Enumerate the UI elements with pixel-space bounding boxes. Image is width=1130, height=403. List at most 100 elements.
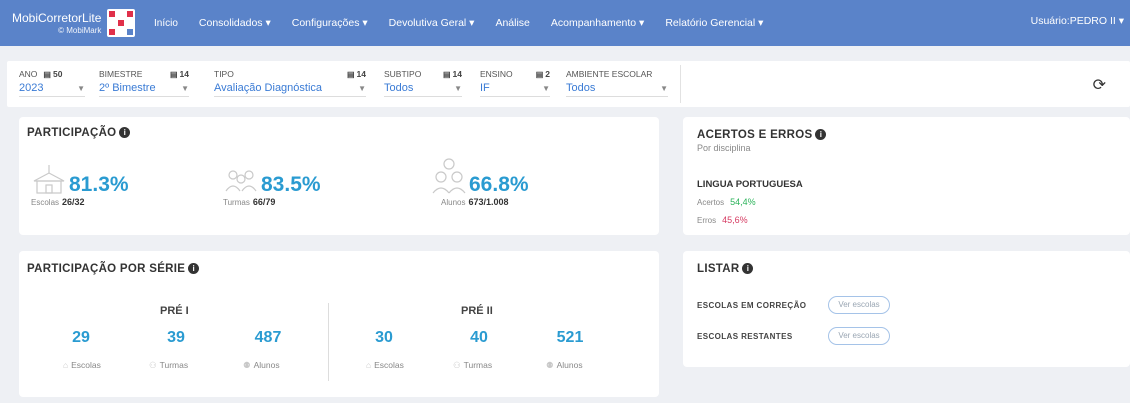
serie-alunos-label: ⚉ Alunos (546, 360, 583, 370)
filter-count: 14 (443, 69, 462, 79)
listar-card: LISTAR i ESCOLAS EM CORREÇÃO Ver escolas … (683, 251, 1130, 367)
info-icon[interactable]: i (742, 263, 754, 275)
filter-count: 2 (536, 69, 550, 79)
serie-turmas-value: 39 (167, 329, 185, 346)
chevron-down-icon: ▼ (181, 83, 189, 93)
chevron-down-icon: ▼ (358, 83, 366, 93)
stat-alunos: 66.8% Alunos 673/1.008 (431, 157, 529, 207)
stat-detail: 673/1.008 (468, 197, 509, 207)
chevron-down-icon: ▼ (542, 83, 550, 93)
stat-turmas: 83.5% Turmas 66/79 (223, 163, 321, 207)
stat-value: 66.8% (469, 173, 529, 196)
info-icon[interactable]: i (815, 129, 827, 141)
serie-alunos-label: ⚉ Alunos (243, 360, 280, 370)
filter-count: 50 (43, 69, 62, 79)
filter-ensino[interactable]: ENSINO 2 IF ▼ (480, 69, 550, 103)
list-label-restantes: ESCOLAS RESTANTES (697, 332, 793, 341)
classes-icon: ⚇ (453, 360, 461, 370)
top-navbar: MobiCorretorLite © MobiMark Início Conso… (0, 0, 1130, 46)
filter-tipo[interactable]: TIPO 14 Avaliação Diagnóstica ▼ (214, 69, 366, 103)
list-label-em-correcao: ESCOLAS EM CORREÇÃO (697, 301, 807, 310)
school-icon: ⌂ (63, 360, 69, 370)
filter-bimestre[interactable]: BIMESTRE 14 2º Bimestre ▼ (99, 69, 189, 103)
stat-detail: 66/79 (252, 197, 276, 207)
students-icon: ⚉ (546, 360, 554, 370)
stat-label: Alunos (441, 198, 466, 207)
brand[interactable]: MobiCorretorLite © MobiMark (0, 0, 154, 46)
school-icon (33, 165, 65, 194)
filter-value: IF (480, 82, 490, 94)
serie-title: PARTICIPAÇÃO POR SÉRIE i (27, 263, 200, 275)
serie-alunos-value: 521 (556, 329, 584, 346)
nav-configuracoes[interactable]: Configurações ▾ (292, 17, 368, 29)
listar-title: LISTAR i (697, 263, 754, 275)
chevron-down-icon: ▼ (454, 83, 462, 93)
serie-group-name: PRÉ I (160, 305, 189, 317)
filter-label: ENSINO (480, 69, 513, 79)
erros-row: Erros 45,6% (697, 215, 748, 225)
classes-icon (225, 170, 257, 192)
filter-label: BIMESTRE (99, 69, 143, 79)
stat-value: 83.5% (261, 173, 321, 196)
acertos-row: Acertos 54,4% (697, 197, 756, 207)
participacao-serie-card: PARTICIPAÇÃO POR SÉRIE i PRÉ I 29 39 487 … (19, 251, 659, 397)
filter-value: 2º Bimestre (99, 82, 156, 94)
participacao-card: PARTICIPAÇÃO i 81.3% Escolas 26/32 83.5% T… (19, 117, 659, 235)
filter-label: SUBTIPO (384, 69, 422, 79)
serie-turmas-label: ⚇ Turmas (149, 360, 189, 370)
filter-label: TIPO (214, 69, 234, 79)
nav-devolutiva-geral[interactable]: Devolutiva Geral ▾ (389, 17, 475, 29)
filter-subtipo[interactable]: SUBTIPO 14 Todos ▼ (384, 69, 462, 103)
nav-inicio[interactable]: Início (154, 18, 178, 29)
chevron-down-icon: ▼ (660, 83, 668, 93)
ver-escolas-em-correcao-button[interactable]: Ver escolas (828, 296, 890, 314)
nav-consolidados[interactable]: Consolidados ▾ (199, 17, 271, 29)
info-icon[interactable]: i (188, 263, 200, 275)
erros-value: 45,6% (722, 215, 748, 225)
nav-analise[interactable]: Análise (495, 17, 529, 29)
brand-name: MobiCorretorLite (12, 10, 102, 25)
info-icon[interactable]: i (119, 127, 131, 139)
filter-value: Todos (566, 82, 596, 94)
acertos-value: 54,4% (730, 197, 756, 207)
chevron-down-icon: ▼ (77, 83, 85, 93)
serie-escolas-label: ⌂ Escolas (366, 360, 404, 370)
nav-relatorio-gerencial[interactable]: Relatório Gerencial ▾ (665, 17, 763, 29)
brand-logo-icon (107, 9, 136, 37)
filter-count: 14 (170, 69, 189, 79)
nav-acompanhamento[interactable]: Acompanhamento ▾ (551, 17, 644, 29)
filter-value: Todos (384, 82, 414, 94)
filter-divider (680, 65, 681, 103)
stat-escolas: 81.3% Escolas 26/32 (31, 163, 129, 207)
classes-icon: ⚇ (149, 360, 157, 370)
brand-subtitle: © MobiMark (58, 25, 102, 35)
serie-divider (328, 303, 329, 381)
serie-escolas-value: 30 (375, 329, 393, 346)
refresh-icon[interactable]: ⟳ (1093, 75, 1106, 95)
filter-ano[interactable]: ANO 50 2023 ▼ (19, 69, 85, 103)
acertos-title: ACERTOS E ERROS i (697, 129, 827, 141)
filter-value: Avaliação Diagnóstica (214, 82, 323, 94)
serie-escolas-value: 29 (72, 329, 90, 346)
user-menu[interactable]: Usuário:PEDRO II ▾ (1031, 15, 1124, 27)
filter-count: 14 (347, 69, 366, 79)
school-icon: ⌂ (366, 360, 372, 370)
filter-label: ANO (19, 69, 38, 79)
nav-menu: Início Consolidados ▾ Configurações ▾ De… (154, 0, 784, 46)
acertos-erros-card: ACERTOS E ERROS i Por disciplina LINGUA P… (683, 117, 1130, 235)
students-icon (432, 158, 466, 194)
stat-detail: 26/32 (62, 197, 85, 207)
serie-group-name: PRÉ II (461, 305, 493, 317)
serie-alunos-value: 487 (254, 329, 282, 346)
discipline-name: LINGUA PORTUGUESA (697, 179, 803, 190)
filter-bar: ANO 50 2023 ▼ BIMESTRE 14 2º Bimestre ▼ TIPO… (7, 61, 1130, 107)
ver-escolas-restantes-button[interactable]: Ver escolas (828, 327, 890, 345)
serie-escolas-label: ⌂ Escolas (63, 360, 101, 370)
stat-value: 81.3% (69, 173, 129, 196)
filter-value: 2023 (19, 82, 44, 94)
participacao-title: PARTICIPAÇÃO i (27, 127, 131, 139)
serie-turmas-value: 40 (470, 329, 488, 346)
filter-ambiente-escolar[interactable]: AMBIENTE ESCOLAR Todos ▼ (566, 69, 668, 103)
serie-turmas-label: ⚇ Turmas (453, 360, 493, 370)
filter-label: AMBIENTE ESCOLAR (566, 69, 653, 79)
